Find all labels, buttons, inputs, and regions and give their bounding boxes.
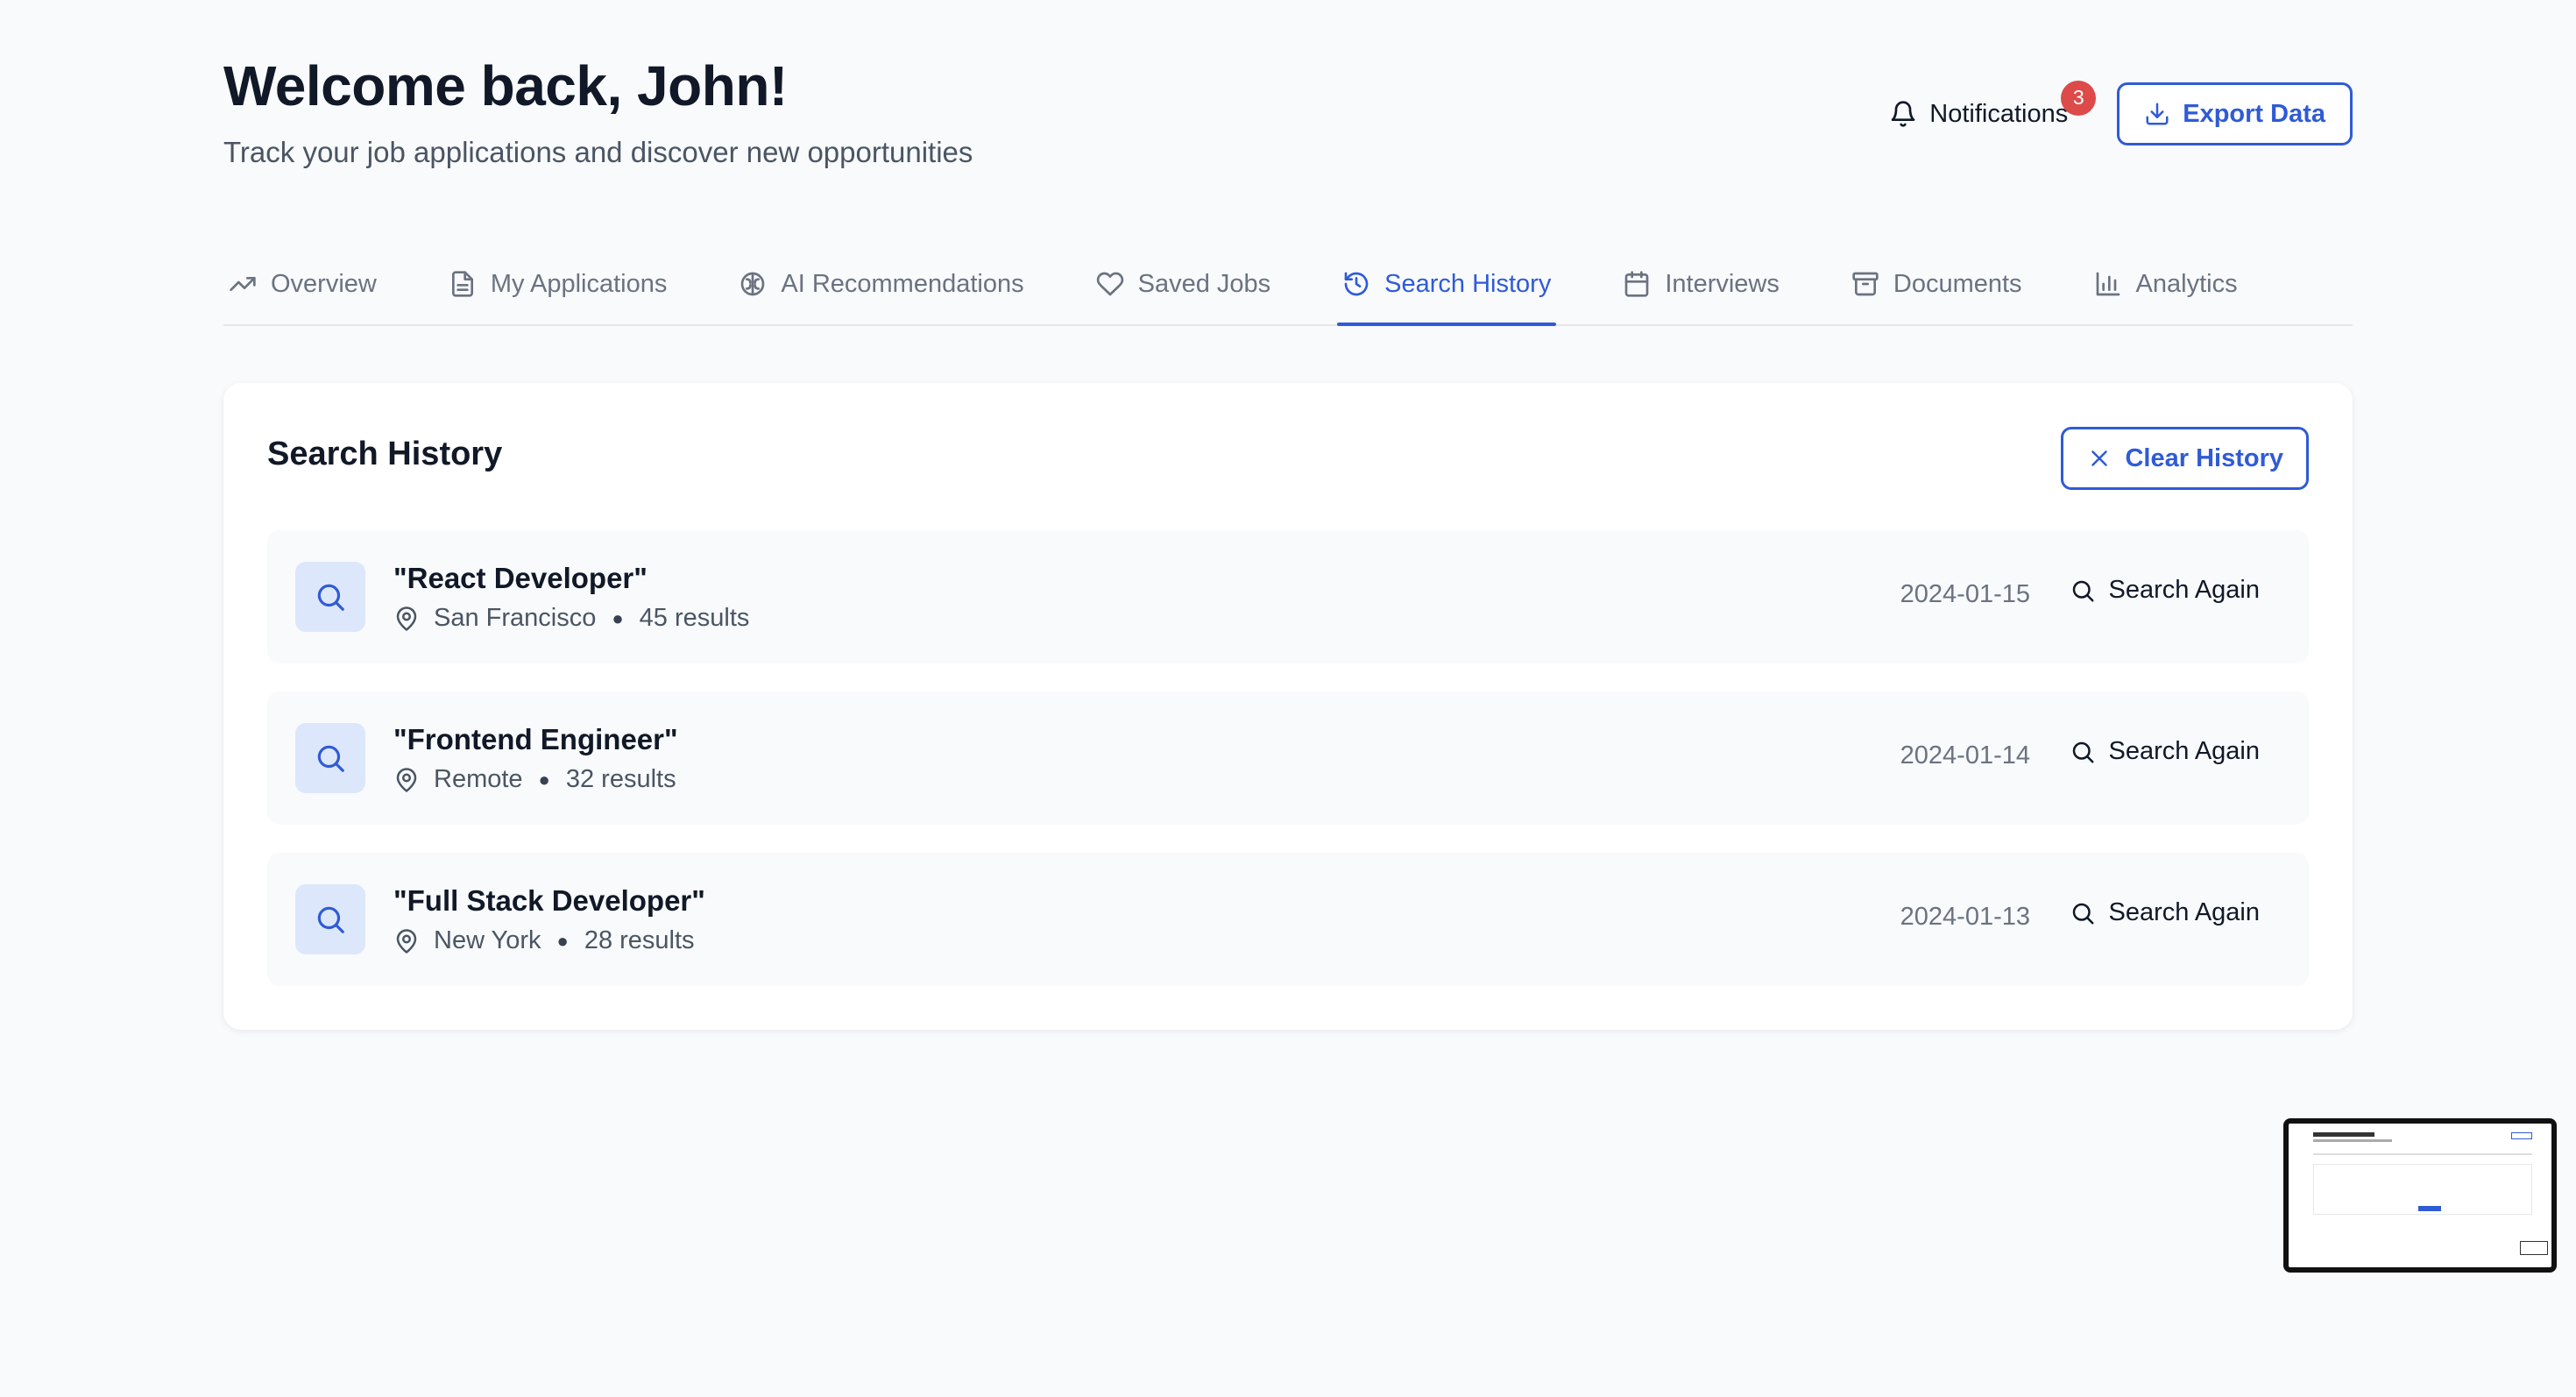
search-meta: New York ● 28 results [393,926,695,955]
list-item: "Frontend Engineer" Remote ● 32 results … [267,691,2309,825]
header: Welcome back, John! Track your job appli… [223,51,2353,182]
document-icon [451,271,473,297]
search-results-count: 45 results [639,604,750,632]
notifications-count-badge: 3 [2061,80,2097,116]
download-icon [2146,103,2169,125]
search-icon [2073,741,2094,762]
preview-mini-frame [2520,1241,2548,1255]
search-again-button[interactable]: Search Again [2070,737,2260,766]
clear-history-button[interactable]: Clear History [2061,427,2309,490]
search-again-button[interactable]: Search Again [2070,576,2260,605]
search-badge [295,884,365,954]
archive-icon [1852,272,1879,296]
search-location: New York [434,926,541,954]
search-date: 2024-01-14 [1900,741,2030,769]
map-pin-icon [396,606,417,631]
preview-tab-line [2313,1153,2532,1155]
search-icon [317,584,344,611]
tab-label: My Applications [490,269,668,298]
search-location: Remote [434,765,523,793]
separator-dot: ● [612,606,624,629]
search-badge [295,723,365,793]
heart-icon [1096,272,1123,296]
search-query: "Frontend Engineer" [393,723,678,755]
search-badge [295,562,365,632]
search-history-card: Search History Clear History "React Deve… [223,383,2353,1030]
tab-interviews[interactable]: Interviews [1617,244,1785,324]
search-query: "React Developer" [393,562,648,594]
search-query: "Full Stack Developer" [393,884,705,917]
history-icon [1344,272,1369,296]
tab-bar: Overview My Applications AI Recommendati… [223,244,2353,326]
separator-dot: ● [556,929,569,952]
preview-button [2511,1132,2532,1139]
header-actions: Notifications 3 Export Data [1889,80,2353,145]
tab-label: Overview [271,269,377,298]
tab-ai-recommendations[interactable]: AI Recommendations [733,244,1029,324]
dashboard-page: Welcome back, John! Track your job appli… [0,0,2576,1397]
card-title: Search History [267,436,503,472]
tab-label: Saved Jobs [1137,269,1271,298]
map-pin-icon [396,767,417,792]
tab-analytics[interactable]: Analytics [2089,244,2243,324]
calendar-icon [1624,271,1649,297]
search-again-label: Search Again [2108,737,2260,765]
tab-my-applications[interactable]: My Applications [443,244,673,324]
page-preview-thumbnail[interactable] [2283,1118,2557,1273]
tab-search-history[interactable]: Search History [1337,244,1557,326]
tab-label: Documents [1893,269,2022,298]
brain-icon [741,272,765,296]
search-icon [2073,580,2094,601]
tab-saved-jobs[interactable]: Saved Jobs [1091,244,1277,324]
tab-label: Interviews [1665,269,1780,298]
list-item: "Full Stack Developer" New York ● 28 res… [267,853,2309,986]
search-icon [317,745,344,772]
export-data-label: Export Data [2183,99,2325,128]
search-icon [2073,903,2094,924]
tab-label: Search History [1384,269,1552,298]
search-icon [317,906,344,933]
clear-history-label: Clear History [2125,443,2283,472]
search-meta: Remote ● 32 results [393,765,676,794]
preview-subtitle-line [2313,1139,2392,1142]
bell-icon [1891,101,1915,127]
search-results-count: 28 results [584,926,695,954]
search-again-label: Search Again [2108,576,2260,604]
map-pin-icon [396,928,417,954]
tab-overview[interactable]: Overview [223,244,382,324]
search-meta: San Francisco ● 45 results [393,604,749,633]
search-location: San Francisco [434,604,597,632]
search-history-list: "React Developer" San Francisco ● 45 res… [267,530,2309,1014]
preview-title-line [2313,1132,2374,1137]
bar-chart-icon [2096,272,2120,296]
preview-cta [2418,1206,2441,1211]
search-again-label: Search Again [2108,898,2260,926]
notifications-button[interactable]: Notifications 3 [1889,80,2097,129]
search-results-count: 32 results [565,765,676,793]
search-date: 2024-01-15 [1900,580,2030,608]
close-icon [2091,450,2108,466]
search-date: 2024-01-13 [1900,903,2030,931]
export-data-button[interactable]: Export Data [2117,82,2353,145]
tab-label: Analytics [2135,269,2238,298]
tab-documents[interactable]: Documents [1846,244,2028,324]
list-item: "React Developer" San Francisco ● 45 res… [267,530,2309,663]
trending-up-icon [230,277,256,291]
separator-dot: ● [538,768,550,791]
search-again-button[interactable]: Search Again [2070,898,2260,927]
tab-label: AI Recommendations [781,269,1024,298]
notifications-label: Notifications [1929,99,2069,128]
